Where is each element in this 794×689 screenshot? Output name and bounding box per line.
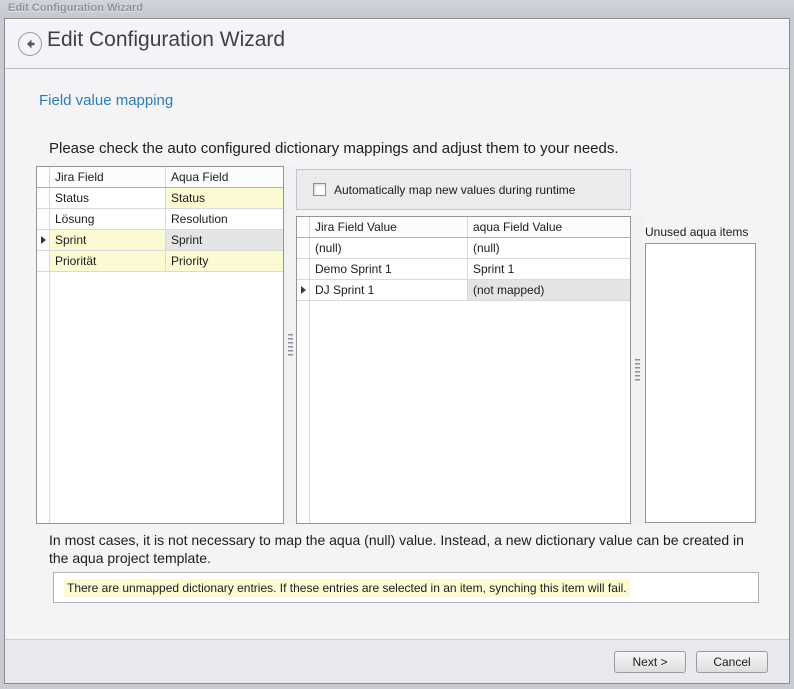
row-selector[interactable] [37,230,50,250]
instruction-text: Please check the auto configured diction… [49,140,619,157]
row-selector[interactable] [37,251,50,271]
field-mapping-grid: Jira Field Aqua Field Status Status Lösu… [36,166,284,524]
splitter-right[interactable] [631,216,643,524]
row-selector-header [297,217,310,237]
cell-aqua-field[interactable]: Sprint [166,230,283,250]
cell-aqua-value[interactable]: (not mapped) [468,280,630,300]
row-selector[interactable] [37,188,50,208]
table-row-selected[interactable]: Sprint Sprint [37,230,283,251]
field-grid-header: Jira Field Aqua Field [37,167,283,188]
column-header-aqua-field[interactable]: Aqua Field [166,167,283,187]
page-title: Edit Configuration Wizard [47,28,285,52]
titlebar-text: Edit Configuration Wizard [0,0,794,17]
cell-jira-value[interactable]: DJ Sprint 1 [310,280,468,300]
wizard-header: Edit Configuration Wizard [5,19,789,69]
column-header-jira-field[interactable]: Jira Field [50,167,166,187]
warning-text: There are unmapped dictionary entries. I… [64,579,630,597]
table-row-selected[interactable]: DJ Sprint 1 (not mapped) [297,280,630,301]
row-selector-header [37,167,50,187]
table-row[interactable]: Lösung Resolution [37,209,283,230]
grid-empty-area [37,272,283,523]
table-row[interactable]: (null) (null) [297,238,630,259]
column-header-jira-field-value[interactable]: Jira Field Value [310,217,468,237]
cell-aqua-field[interactable]: Resolution [166,209,283,229]
auto-map-label: Automatically map new values during runt… [334,183,575,197]
cell-aqua-field[interactable]: Priority [166,251,283,271]
row-selector[interactable] [297,259,310,279]
cell-jira-field[interactable]: Status [50,188,166,208]
auto-map-checkbox[interactable] [313,183,326,196]
window-titlebar[interactable]: Edit Configuration Wizard [0,0,794,18]
cell-jira-field[interactable]: Priorität [50,251,166,271]
next-button[interactable]: Next > [614,651,686,673]
value-mapping-grid: Jira Field Value aqua Field Value (null)… [296,216,631,524]
cell-aqua-value[interactable]: Sprint 1 [468,259,630,279]
back-arrow-icon [23,37,37,51]
value-grid-header: Jira Field Value aqua Field Value [297,217,630,238]
splitter-grip-icon [288,334,293,356]
row-indicator-icon [301,286,306,294]
cancel-button[interactable]: Cancel [696,651,768,673]
column-header-aqua-field-value[interactable]: aqua Field Value [468,217,630,237]
table-row[interactable]: Status Status [37,188,283,209]
cell-aqua-field[interactable]: Status [166,188,283,208]
table-row[interactable]: Demo Sprint 1 Sprint 1 [297,259,630,280]
note-text: In most cases, it is not necessary to ma… [49,531,761,567]
cell-jira-value[interactable]: (null) [310,238,468,258]
back-button[interactable] [18,32,42,56]
wizard-window: Edit Configuration Wizard Field value ma… [4,18,790,684]
table-row[interactable]: Priorität Priority [37,251,283,272]
cell-jira-field[interactable]: Lösung [50,209,166,229]
wizard-footer: Next > Cancel [5,639,789,683]
cell-aqua-value[interactable]: (null) [468,238,630,258]
section-title: Field value mapping [39,92,173,109]
row-selector[interactable] [297,238,310,258]
row-selector[interactable] [297,280,310,300]
splitter-left[interactable] [284,166,296,524]
grid-empty-area [297,301,630,523]
row-selector[interactable] [37,209,50,229]
row-indicator-icon [41,236,46,244]
auto-map-panel: Automatically map new values during runt… [296,169,631,210]
splitter-grip-icon [635,359,640,381]
unused-items-label: Unused aqua items [645,225,748,239]
cell-jira-field[interactable]: Sprint [50,230,166,250]
warning-box: There are unmapped dictionary entries. I… [53,572,759,603]
cell-jira-value[interactable]: Demo Sprint 1 [310,259,468,279]
unused-items-listbox[interactable] [645,243,756,523]
